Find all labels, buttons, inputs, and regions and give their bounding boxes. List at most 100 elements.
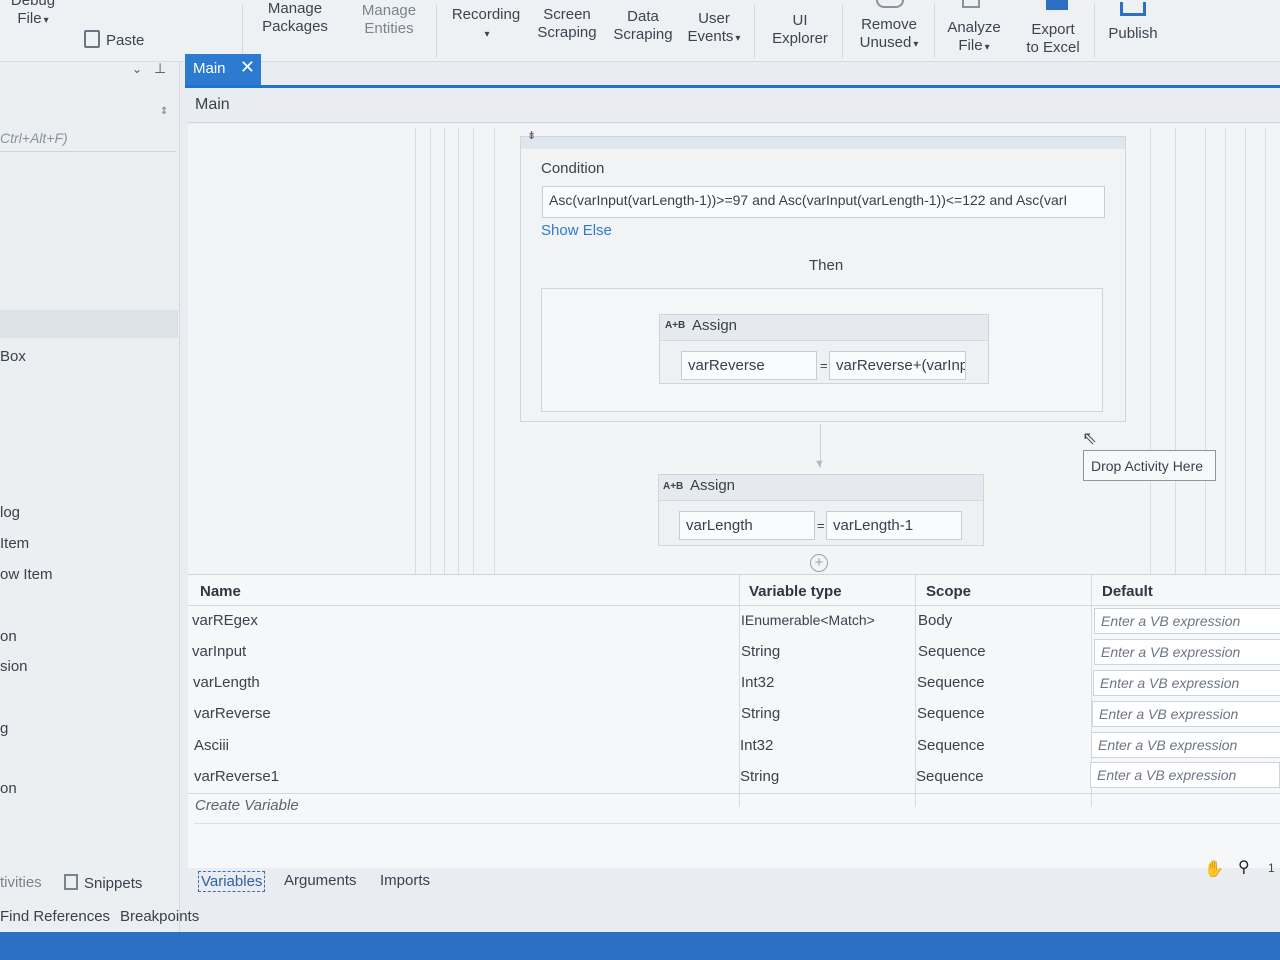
designer-bottom-tabs: Variables Arguments Imports bbox=[188, 868, 1280, 896]
variable-name[interactable]: varReverse bbox=[194, 705, 271, 722]
pin-icon[interactable]: ⊥ bbox=[154, 60, 166, 77]
default-input[interactable]: Enter a VB expression bbox=[1091, 732, 1280, 758]
paste-label: Paste bbox=[106, 32, 145, 49]
data-scraping-button[interactable]: Data Scraping bbox=[610, 8, 676, 44]
activities-search-input[interactable]: Ctrl+Alt+F) bbox=[0, 124, 176, 152]
status-bar bbox=[0, 932, 1280, 960]
create-variable-row[interactable]: Create Variable bbox=[195, 797, 299, 814]
variable-type[interactable]: IEnumerable<Match> bbox=[741, 612, 875, 628]
screen-scraping-button[interactable]: Screen Scraping bbox=[534, 6, 600, 42]
manage-entities-button[interactable]: Manage Entities bbox=[352, 2, 426, 38]
sequence-border bbox=[458, 128, 459, 574]
variable-type[interactable]: Int32 bbox=[741, 674, 774, 691]
debug-file-button[interactable]: Debug File ▾ bbox=[10, 0, 56, 30]
variable-scope[interactable]: Body bbox=[918, 612, 952, 629]
paste-button[interactable]: Paste bbox=[84, 12, 154, 50]
sequence-border bbox=[1245, 128, 1246, 574]
table-row[interactable]: varReverse1 String Sequence Enter a VB e… bbox=[188, 762, 1280, 794]
find-references-tab[interactable]: Find References bbox=[0, 908, 110, 925]
recording-button[interactable]: Recording ▾ bbox=[448, 6, 524, 44]
breakpoints-tab[interactable]: Breakpoints bbox=[120, 908, 199, 925]
ui-explorer-button[interactable]: UI Explorer bbox=[768, 12, 832, 48]
snippets-tab[interactable]: Snippets bbox=[64, 874, 142, 892]
selected-activity-row[interactable] bbox=[0, 310, 178, 338]
activity-item[interactable]: ow Item bbox=[0, 566, 53, 583]
assign-icon: A+B bbox=[665, 320, 686, 331]
variable-name[interactable]: varInput bbox=[192, 643, 246, 660]
table-row[interactable]: varREgex IEnumerable<Match> Body Enter a… bbox=[188, 607, 1280, 638]
column-header-default[interactable]: Default bbox=[1102, 583, 1153, 600]
chevron-down-icon[interactable]: ⌄ bbox=[132, 62, 142, 76]
variable-type[interactable]: String bbox=[741, 705, 780, 722]
table-row[interactable]: varLength Int32 Sequence Enter a VB expr… bbox=[188, 669, 1280, 700]
publish-button[interactable]: Publish bbox=[1104, 25, 1162, 43]
variable-type[interactable]: String bbox=[740, 768, 779, 785]
clipboard-icon bbox=[84, 30, 100, 48]
sequence-border bbox=[430, 128, 431, 574]
manage-packages-button[interactable]: Manage Packages bbox=[258, 0, 332, 36]
remove-unused-button[interactable]: Remove Unused ▾ bbox=[856, 16, 922, 54]
variable-scope[interactable]: Sequence bbox=[917, 674, 985, 691]
tab-imports[interactable]: Imports bbox=[380, 872, 430, 889]
variable-scope[interactable]: Sequence bbox=[916, 768, 984, 785]
ribbon-separator bbox=[1094, 4, 1095, 58]
chevron-down-icon: ▾ bbox=[43, 15, 49, 26]
activity-item[interactable]: g bbox=[0, 720, 8, 737]
sequence-border bbox=[415, 128, 416, 574]
close-icon[interactable]: ✕ bbox=[240, 57, 255, 78]
activity-item[interactable]: sion bbox=[0, 658, 28, 675]
user-events-button[interactable]: User Events ▾ bbox=[684, 10, 744, 48]
activity-item[interactable]: log bbox=[0, 504, 20, 521]
tab-variables[interactable]: Variables bbox=[198, 871, 266, 892]
variable-name[interactable]: Asciii bbox=[194, 737, 229, 754]
assign-to-input[interactable]: varLength bbox=[679, 511, 815, 540]
variable-type[interactable]: Int32 bbox=[740, 737, 773, 754]
recording-label: Recording bbox=[451, 6, 521, 23]
column-header-name[interactable]: Name bbox=[200, 583, 241, 600]
arrow-down-icon: ▼ bbox=[814, 458, 825, 470]
assign-to-input[interactable]: varReverse bbox=[681, 351, 817, 380]
table-row[interactable]: Asciii Int32 Sequence Enter a VB express… bbox=[188, 732, 1280, 763]
default-input[interactable]: Enter a VB expression bbox=[1094, 608, 1280, 634]
variable-scope[interactable]: Sequence bbox=[918, 643, 986, 660]
assign-value-input[interactable]: varReverse+(varInp bbox=[829, 351, 966, 380]
excel-icon bbox=[1046, 0, 1068, 10]
breadcrumb: Main bbox=[195, 96, 230, 113]
activity-item[interactable]: Item bbox=[0, 535, 29, 552]
activities-tab[interactable]: tivities bbox=[0, 874, 42, 891]
show-else-link[interactable]: Show Else bbox=[541, 222, 612, 239]
condition-input[interactable]: Asc(varInput(varLength-1))>=97 and Asc(v… bbox=[542, 186, 1105, 218]
variable-name[interactable]: varREgex bbox=[192, 612, 258, 629]
variable-scope[interactable]: Sequence bbox=[917, 705, 985, 722]
ribbon-separator bbox=[842, 4, 843, 58]
default-input[interactable]: Enter a VB expression bbox=[1092, 701, 1280, 727]
assign-value-input[interactable]: varLength-1 bbox=[826, 511, 962, 540]
variable-scope[interactable]: Sequence bbox=[917, 737, 985, 754]
sequence-border bbox=[1175, 128, 1176, 574]
add-activity-icon[interactable]: + bbox=[810, 554, 828, 572]
tab-arguments[interactable]: Arguments bbox=[284, 872, 357, 889]
variable-type[interactable]: String bbox=[741, 643, 780, 660]
activity-item[interactable]: on bbox=[0, 780, 17, 797]
default-input[interactable]: Enter a VB expression bbox=[1094, 639, 1280, 665]
if-activity-header bbox=[521, 137, 1125, 149]
tab-main-label: Main bbox=[193, 60, 226, 77]
variable-name[interactable]: varReverse1 bbox=[194, 768, 279, 785]
scroll-arrows-icon[interactable]: ⇕ bbox=[160, 106, 168, 117]
default-input[interactable]: Enter a VB expression bbox=[1090, 762, 1280, 788]
table-row[interactable]: varReverse String Sequence Enter a VB ex… bbox=[188, 700, 1280, 731]
column-header-type[interactable]: Variable type bbox=[749, 583, 842, 600]
table-row[interactable]: varInput String Sequence Enter a VB expr… bbox=[188, 638, 1280, 669]
variable-name[interactable]: varLength bbox=[193, 674, 260, 691]
tab-main[interactable]: Main ✕ bbox=[185, 54, 261, 85]
mouse-cursor-icon: ⇖ bbox=[1082, 428, 1098, 448]
ribbon-separator bbox=[436, 4, 437, 58]
activity-item[interactable]: on bbox=[0, 628, 17, 645]
column-header-scope[interactable]: Scope bbox=[926, 583, 971, 600]
activity-item[interactable]: Box bbox=[0, 348, 26, 365]
breadcrumb-divider bbox=[188, 122, 1280, 123]
collapse-icon[interactable]: ⇟ bbox=[527, 129, 536, 142]
ribbon-separator bbox=[934, 4, 935, 58]
assign-title: Assign bbox=[692, 317, 738, 334]
default-input[interactable]: Enter a VB expression bbox=[1093, 670, 1280, 696]
